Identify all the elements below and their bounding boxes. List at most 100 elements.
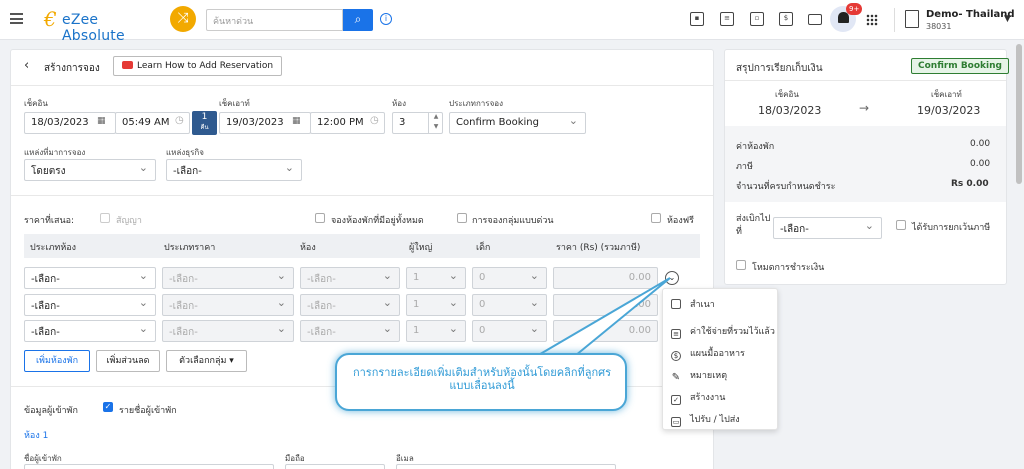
column-header: ห้อง [300,243,316,253]
search-button[interactable]: ⌕ [343,9,373,31]
free-room-checkbox[interactable] [651,213,661,223]
summary-checkout-date: 19/03/2023 [917,104,981,117]
room-select[interactable]: -เลือก- [300,267,400,289]
menu-icon[interactable] [10,13,23,24]
page-title: สร้างการจอง [44,63,100,74]
divider [894,8,895,32]
adult-select[interactable]: 1 [406,320,466,342]
billing-summary-title: สรุปการเรียกเก็บเงิน [736,63,823,74]
room-type-select[interactable]: -เลือก- [24,294,156,316]
menu-item-create-task[interactable]: ✓ สร้างงาน [671,390,725,405]
shuffle-icon[interactable]: ⤨ [170,6,196,32]
divider [11,85,713,86]
room-type-select[interactable]: -เลือก- [24,320,156,342]
room-charge-value: 0.00 [970,139,991,149]
receipt-icon: ≡ [671,329,681,339]
property-id: 38031 [926,22,952,31]
guest-list-label: รายชื่อผู้เข้าพัก [119,406,177,416]
summary-checkout-label: เช็คเอาท์ [931,90,962,99]
rate-type-select[interactable]: -เลือก- [162,294,294,316]
contract-checkbox[interactable] [100,213,110,223]
divider [725,80,1006,81]
status-badge: Confirm Booking [911,58,1009,74]
booking-source-label: แหล่งที่มาการจอง [24,148,86,157]
summary-checkin-label: เช็คอิน [775,90,799,99]
booking-type-select[interactable]: Confirm Booking [449,112,586,134]
apps-grid-icon[interactable] [866,14,878,26]
calendar-grid-icon[interactable]: ▫ [750,12,764,26]
nights-badge: 1 คืน [192,111,217,135]
add-room-button[interactable]: เพิ่มห้องพัก [24,350,90,372]
app-logo[interactable]: € eZee Absolute [44,7,162,44]
quick-group-label: การจองกลุ่มแบบด่วน [472,216,554,226]
amount-due-value: Rs 0.00 [951,179,989,189]
id-card-icon[interactable]: ≡ [720,12,734,26]
summary-checkin-date: 18/03/2023 [758,104,822,117]
group-options-button[interactable]: ตัวเลือกกลุ่ม ▾ [166,350,247,372]
contract-label: สัญญา [116,216,142,226]
column-header: ประเภทราคา [164,243,216,253]
back-icon[interactable]: ‹ [24,58,29,73]
notification-badge: 9+ [846,3,863,15]
rooms-label: ห้อง [392,99,406,108]
room-select[interactable]: -เลือก- [300,320,400,342]
adult-select[interactable]: 1 [406,294,466,316]
menu-item-included-charges[interactable]: ≡ ค่าใช้จ่ายที่รวมไว้แล้ว [671,324,775,339]
search-icon: ⌕ [354,12,362,26]
all-rooms-checkbox[interactable] [315,213,325,223]
info-icon[interactable]: i [380,13,392,25]
video-help-button[interactable]: Learn How to Add Reservation [113,56,283,76]
document-icon[interactable]: $ [779,12,793,26]
arrow-right-icon: → [859,101,870,115]
adult-select[interactable]: 1 [406,267,466,289]
room-type-select[interactable]: -เลือก- [24,267,156,289]
column-header: ประเภทห้อง [30,243,77,253]
rate-type-select[interactable]: -เลือก- [162,267,294,289]
tax-value: 0.00 [970,159,991,169]
guest-list-checkbox[interactable]: ✓ [103,402,113,412]
room-1-heading: ห้อง 1 [24,431,49,441]
tax-exempt-checkbox[interactable] [896,220,906,230]
rate-type-select[interactable]: -เลือก- [162,320,294,342]
dollar-icon: $ [671,351,681,361]
stepper-arrows-icon[interactable]: ▲ ▼ [428,112,443,134]
clock-icon: ◷ [175,115,184,126]
payment-mode-checkbox[interactable] [736,260,746,270]
mobile-field[interactable] [285,464,385,469]
guest-name-field[interactable] [24,464,274,469]
search-input[interactable]: ค้นหาด่วน [206,9,343,31]
quick-group-checkbox[interactable] [457,213,467,223]
column-header: เด็ก [476,243,491,253]
chevron-down-icon[interactable]: ▼ [1004,14,1011,24]
menu-item-meal-plan[interactable]: $ แผนมื้ออาหาร [671,346,745,361]
room-select[interactable]: -เลือก- [300,294,400,316]
bill-to-select[interactable]: -เลือก- [773,217,882,239]
top-bar: € eZee Absolute ⤨ ค้นหาด่วน ⌕ i ▪ ≡ ▫ $ 9… [0,0,1024,44]
checkin-label: เช็คอิน [24,99,48,108]
callout-arrow [526,277,671,361]
email-field[interactable] [396,464,616,469]
car-icon: ▭ [671,417,681,427]
booking-source-select[interactable]: โดยตรง [24,159,156,181]
business-source-select[interactable]: -เลือก- [166,159,302,181]
divider [11,195,713,196]
scrollbar[interactable] [1016,44,1022,184]
add-discount-button[interactable]: เพิ่มส่วนลด [96,350,160,372]
tax-exempt-label: ได้รับการยกเว้นภาษี [912,223,991,233]
calendar-icon[interactable]: ▪ [690,12,704,26]
calendar-icon: ▦ [292,116,301,126]
business-source-label: แหล่งธุรกิจ [166,148,204,157]
checkout-label: เช็คเอาท์ [219,99,250,108]
caret-down-icon: ▾ [229,356,234,366]
property-name[interactable]: Demo- Thailand [926,9,1015,20]
building-icon [905,10,919,28]
menu-item-pickup-dropoff[interactable]: ▭ ไปรับ / ไปส่ง [671,412,740,427]
youtube-icon [122,61,133,69]
calendar-icon: ▦ [97,116,106,126]
all-rooms-label: จองห้องพักที่มีอยู่ทั้งหมด [331,216,424,226]
tax-label: ภาษี [736,162,753,172]
mail-icon[interactable] [808,14,822,25]
menu-item-copy[interactable]: สำเนา [671,297,715,311]
menu-item-remarks[interactable]: ✎ หมายเหตุ [671,368,727,384]
tutorial-callout: การกรายละเอียดเพิ่มเติมสำหรับห้องนั้นโดย… [335,353,627,411]
